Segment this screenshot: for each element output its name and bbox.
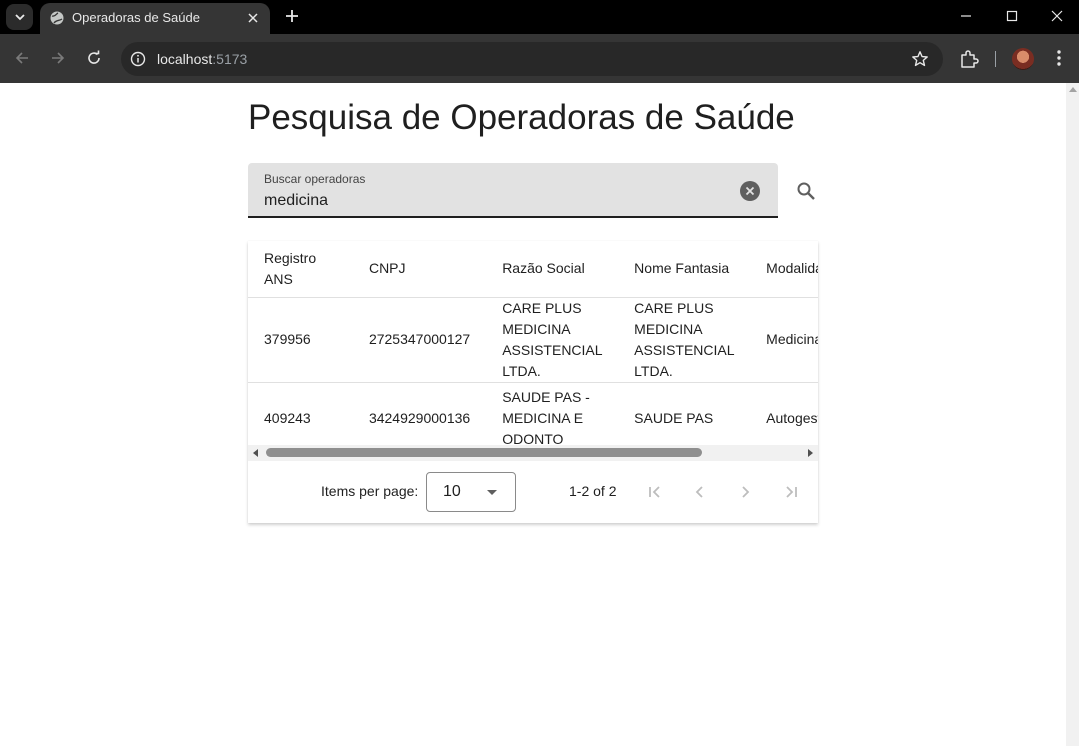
scrollbar-thumb[interactable]	[266, 448, 702, 457]
table-horizontal-scrollbar[interactable]	[248, 445, 818, 461]
page-range-label: 1-2 of 2	[569, 483, 617, 499]
cell-cnpj: 2725347000127	[352, 297, 487, 383]
last-page-button[interactable]	[779, 480, 803, 504]
paginator: Items per page: 10 1-2 of 2	[248, 461, 818, 523]
next-page-button[interactable]	[733, 480, 757, 504]
toolbar-divider	[995, 51, 996, 67]
extensions-puzzle-icon[interactable]	[958, 48, 980, 70]
table-row[interactable]: 409243 3424929000136 SAUDE PAS - MEDICIN…	[248, 382, 818, 445]
results-table-card: Registro ANS CNPJ Razão Social Nome Fant…	[248, 241, 818, 523]
site-info-icon[interactable]	[130, 51, 146, 67]
search-input[interactable]	[264, 190, 724, 212]
browser-toolbar: localhost:5173	[0, 34, 1079, 83]
tab-close-icon[interactable]	[244, 9, 262, 27]
cell-cnpj: 3424929000136	[352, 382, 487, 445]
cell-registro-ans: 379956	[248, 297, 353, 383]
scroll-right-arrow-icon[interactable]	[808, 449, 813, 457]
last-page-icon	[786, 486, 797, 498]
new-tab-plus-icon[interactable]	[282, 6, 302, 26]
window-close-icon[interactable]	[1035, 0, 1079, 32]
cell-modalidade: Medicina de Grupo	[750, 297, 818, 383]
forward-arrow-icon[interactable]	[46, 46, 70, 70]
tab-title: Operadoras de Saúde	[72, 10, 200, 25]
search-icon	[797, 182, 815, 200]
cell-razao-social: SAUDE PAS - MEDICINA E ODONTO	[486, 382, 619, 445]
back-arrow-icon[interactable]	[10, 46, 34, 70]
cell-modalidade: Autogestão	[750, 382, 818, 445]
page-size-select[interactable]: 10	[426, 472, 516, 512]
tab-search-button[interactable]	[6, 4, 33, 30]
page-vertical-scrollbar[interactable]	[1066, 83, 1079, 746]
header-cnpj: CNPJ	[352, 241, 487, 298]
search-field[interactable]: Buscar operadoras	[248, 163, 778, 218]
table-scroll-viewport[interactable]: Registro ANS CNPJ Razão Social Nome Fant…	[248, 241, 818, 445]
more-vert-icon[interactable]	[1050, 47, 1068, 69]
page-title: Pesquisa de Operadoras de Saúde	[248, 98, 795, 137]
header-modalidade: Modalidade	[750, 241, 818, 298]
globe-icon	[50, 11, 64, 25]
url-port: :5173	[212, 51, 248, 67]
page-size-value: 10	[443, 483, 461, 500]
url-host: localhost	[157, 51, 213, 67]
maximize-icon[interactable]	[989, 0, 1035, 32]
cell-nome-fantasia: CARE PLUS MEDICINA ASSISTENCIAL LTDA.	[618, 297, 751, 383]
chevron-left-icon	[695, 486, 703, 498]
chevron-down-icon	[14, 14, 25, 21]
clear-icon[interactable]	[740, 181, 760, 201]
previous-page-button[interactable]	[688, 480, 712, 504]
search-button[interactable]	[793, 178, 819, 204]
table-row[interactable]: 379956 2725347000127 CARE PLUS MEDICINA …	[248, 297, 818, 383]
scroll-left-arrow-icon[interactable]	[253, 449, 258, 457]
browser-titlebar: Operadoras de Saúde	[0, 0, 1079, 34]
table-header-row: Registro ANS CNPJ Razão Social Nome Fant…	[248, 241, 818, 298]
browser-tab-active[interactable]: Operadoras de Saúde	[40, 3, 270, 34]
reload-icon[interactable]	[82, 46, 106, 70]
cell-registro-ans: 409243	[248, 382, 353, 445]
chevron-right-icon	[742, 486, 750, 498]
bookmark-star-icon[interactable]	[911, 50, 929, 68]
profile-avatar[interactable]	[1012, 48, 1034, 70]
minimize-icon[interactable]	[943, 0, 989, 32]
items-per-page-label: Items per page:	[321, 483, 419, 499]
cell-nome-fantasia: SAUDE PAS	[618, 382, 751, 445]
first-page-icon	[649, 486, 660, 498]
address-bar[interactable]: localhost:5173	[121, 42, 943, 76]
search-label: Buscar operadoras	[264, 172, 366, 186]
scroll-up-arrow-icon[interactable]	[1069, 87, 1077, 92]
header-registro-ans: Registro ANS	[248, 241, 353, 298]
results-table: Registro ANS CNPJ Razão Social Nome Fant…	[248, 241, 818, 445]
cell-razao-social: CARE PLUS MEDICINA ASSISTENCIAL LTDA.	[486, 297, 619, 383]
url-text: localhost:5173	[157, 51, 247, 67]
header-nome-fantasia: Nome Fantasia	[618, 241, 751, 298]
dropdown-arrow-icon	[487, 490, 497, 495]
header-razao-social: Razão Social	[486, 241, 619, 298]
first-page-button[interactable]	[643, 480, 667, 504]
